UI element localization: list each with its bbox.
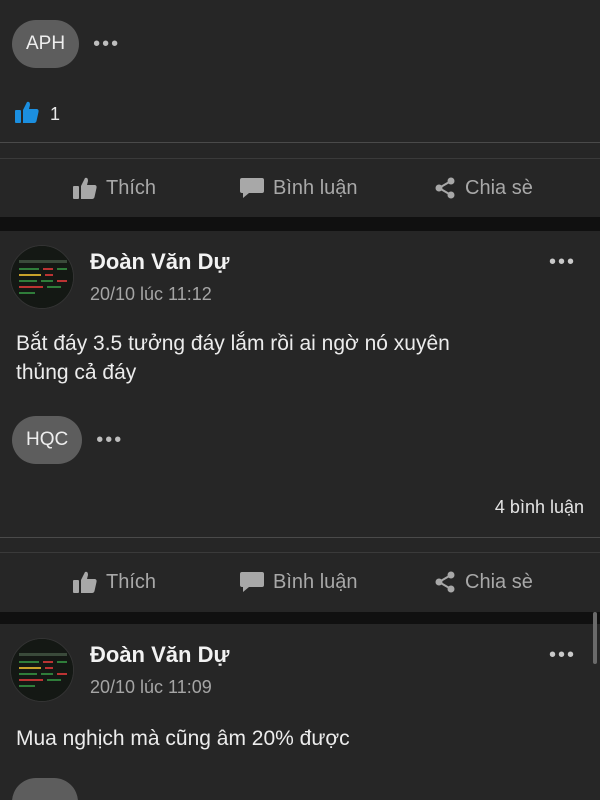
stock-tag-chip[interactable]: HQC — [12, 416, 83, 464]
post-text: Mua nghịch mà cũng âm 20% được — [16, 724, 576, 753]
share-icon — [433, 570, 457, 594]
divider — [0, 142, 600, 143]
divider — [0, 158, 600, 159]
share-label: Chia sè — [465, 176, 533, 199]
like-label: Thích — [106, 570, 157, 593]
like-button[interactable]: Thích — [72, 176, 156, 200]
post-card: Đoàn Văn Dự 20/10 lúc 11:12 ••• Bắt đáy … — [0, 231, 600, 612]
comment-button[interactable]: Bình luận — [239, 176, 358, 200]
share-button[interactable]: Chia sè — [433, 570, 533, 594]
speech-bubble-icon — [239, 176, 265, 200]
post-text-line: Mua nghịch mà cũng âm 20% được — [16, 727, 350, 750]
comment-count[interactable]: 4 bình luận — [495, 497, 584, 518]
post-timestamp: 20/10 lúc 11:09 — [90, 677, 212, 697]
share-button[interactable]: Chia sè — [433, 176, 533, 200]
share-label: Chia sè — [465, 570, 533, 593]
post-timestamp: 20/10 lúc 11:12 — [90, 284, 212, 304]
like-count: 1 — [50, 104, 61, 124]
tag-row: APH ••• — [12, 20, 120, 68]
divider — [0, 537, 600, 538]
post-text-line: Bắt đáy 3.5 tưởng đáy lắm rồi ai ngờ nó … — [16, 332, 450, 355]
more-dots-icon[interactable]: ••• — [549, 251, 576, 274]
scrollbar[interactable] — [593, 612, 597, 664]
feed: APH ••• 1 Thích Bình luận Chia sè Đoàn V… — [0, 0, 600, 800]
stock-tag-chip[interactable]: APH — [12, 20, 80, 68]
stock-tag-chip[interactable] — [12, 778, 78, 800]
thumbs-up-icon — [72, 176, 98, 200]
author-name[interactable]: Đoàn Văn Dự — [90, 249, 229, 275]
action-bar: Thích Bình luận Chia sè — [0, 554, 600, 610]
post-card: Đoàn Văn Dự 20/10 lúc 11:09 ••• Mua nghị… — [0, 624, 600, 800]
author-name[interactable]: Đoàn Văn Dự — [90, 642, 229, 668]
tag-row — [12, 778, 78, 800]
comment-label: Bình luận — [273, 176, 358, 199]
thumbs-up-icon — [14, 100, 40, 129]
tag-row: HQC ••• — [12, 416, 123, 464]
more-dots-icon[interactable]: ••• — [549, 644, 576, 667]
like-label: Thích — [106, 176, 157, 199]
action-bar: Thích Bình luận Chia sè — [0, 160, 600, 216]
like-button[interactable]: Thích — [72, 570, 156, 594]
more-dots-icon[interactable]: ••• — [96, 430, 123, 450]
post-text-line: thủng cả đáy — [16, 361, 137, 384]
avatar[interactable] — [10, 638, 74, 702]
comment-button[interactable]: Bình luận — [239, 570, 358, 594]
more-dots-icon[interactable]: ••• — [93, 34, 120, 54]
comment-label: Bình luận — [273, 570, 358, 593]
share-icon — [433, 176, 457, 200]
avatar[interactable] — [10, 245, 74, 309]
thumbs-up-icon — [72, 570, 98, 594]
post-text: Bắt đáy 3.5 tưởng đáy lắm rồi ai ngờ nó … — [16, 329, 576, 387]
speech-bubble-icon — [239, 570, 265, 594]
divider — [0, 552, 600, 553]
reaction-summary[interactable]: 1 — [14, 100, 60, 129]
post-card-previous: APH ••• 1 Thích Bình luận Chia sè — [0, 0, 600, 217]
